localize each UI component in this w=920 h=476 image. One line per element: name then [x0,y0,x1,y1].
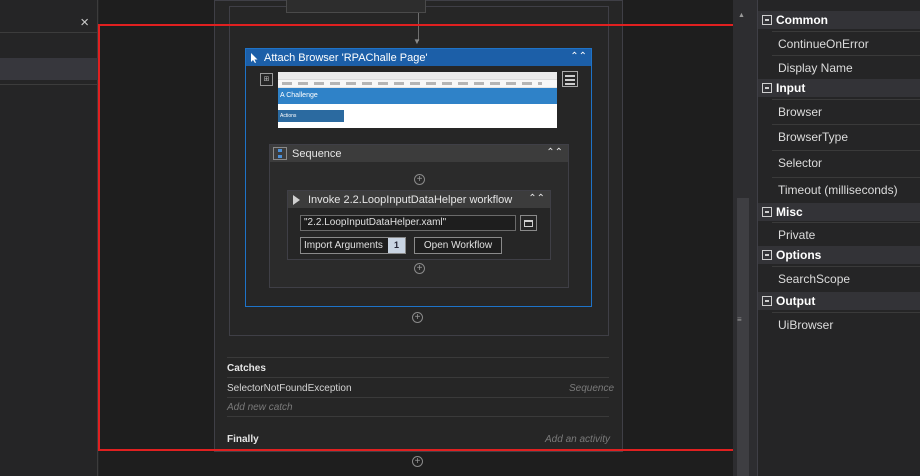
properties-panel: Common ContinueOnError Display Name Inpu… [757,0,920,476]
collapse-box-icon[interactable] [762,207,772,217]
category-misc[interactable]: Misc [758,203,920,221]
designer-canvas[interactable]: ▼ Attach Browser 'RPAChalle Page' ⌃⌃ ⊞ A… [99,0,733,476]
attach-browser-title: Attach Browser 'RPAChalle Page' [264,51,428,64]
sequence-activity[interactable]: Sequence ⌃⌃ + Invoke 2.2.LoopInputDataHe… [269,144,569,288]
browser-screenshot-preview: A Challenge Actions [278,72,557,128]
left-panel: × [0,0,98,476]
property-ui-browser[interactable]: UiBrowser [772,312,920,336]
collapse-icon[interactable]: ⌃⌃ [546,147,563,158]
add-activity-icon[interactable]: + [412,456,423,467]
preview-table: Actions [278,110,557,122]
catch-exception[interactable]: SelectorNotFoundException [227,383,352,394]
divider [0,84,98,85]
scroll-up-icon[interactable]: ▲ [738,12,745,19]
cursor-icon [251,52,258,63]
finally-drop-zone[interactable]: Add an activity [545,434,610,445]
workflow-file-input[interactable]: "2.2.LoopInputDataHelper.xaml" [300,215,516,231]
divider [227,397,609,398]
preview-hero: A Challenge [278,88,557,104]
collapse-box-icon[interactable] [762,296,772,306]
sequence-header[interactable]: Sequence ⌃⌃ [270,145,568,162]
property-selector[interactable]: Selector [772,150,920,174]
sequence-title: Sequence [292,147,342,160]
scroll-thumb[interactable] [737,198,749,476]
previous-activity[interactable] [286,0,426,13]
property-browser[interactable]: Browser [772,99,920,123]
catches-title: Catches [227,363,266,374]
divider [227,377,609,378]
preview-first-col: Actions [278,110,344,122]
catch-handler[interactable]: Sequence [569,383,614,394]
add-new-catch-link[interactable]: Add new catch [227,402,293,413]
divider [227,416,609,417]
indicate-element-icon[interactable]: ⊞ [260,73,273,86]
finally-title: Finally [227,434,259,445]
category-output[interactable]: Output [758,292,920,310]
preview-bookmarks [278,80,557,88]
divider [227,357,609,358]
preview-tabbar [278,72,557,80]
property-browser-type[interactable]: BrowserType [772,124,920,148]
property-timeout[interactable]: Timeout (milliseconds) [772,177,920,201]
property-private[interactable]: Private [772,222,920,246]
add-activity-icon[interactable]: + [414,174,425,185]
collapse-box-icon[interactable] [762,15,772,25]
invoke-workflow-title: Invoke 2.2.LoopInputDataHelper workflow [308,193,513,206]
argument-count-badge: 1 [388,238,405,253]
attach-browser-activity[interactable]: Attach Browser 'RPAChalle Page' ⌃⌃ ⊞ A C… [245,48,592,307]
property-search-scope[interactable]: SearchScope [772,266,920,290]
add-activity-icon[interactable]: + [412,312,423,323]
grip-icon: ≡ [737,315,742,324]
selected-panel-row[interactable] [0,58,98,80]
collapse-icon[interactable]: ⌃⌃ [570,51,587,62]
invoke-workflow-activity[interactable]: Invoke 2.2.LoopInputDataHelper workflow … [287,190,551,260]
category-options[interactable]: Options [758,246,920,264]
menu-icon[interactable] [562,71,578,87]
folder-icon[interactable] [520,215,537,231]
attach-browser-header[interactable]: Attach Browser 'RPAChalle Page' ⌃⌃ [246,49,591,66]
category-common[interactable]: Common [758,11,920,29]
sequence-icon [273,147,287,160]
category-input[interactable]: Input [758,79,920,97]
close-icon[interactable]: × [80,14,89,31]
add-activity-icon[interactable]: + [414,263,425,274]
property-display-name[interactable]: Display Name [772,55,920,79]
divider [0,32,98,33]
collapse-box-icon[interactable] [762,250,772,260]
collapse-box-icon[interactable] [762,83,772,93]
collapse-icon[interactable]: ⌃⌃ [528,193,545,204]
invoke-workflow-header[interactable]: Invoke 2.2.LoopInputDataHelper workflow … [288,191,550,208]
arrow-down-icon: ▼ [413,37,421,46]
open-workflow-button[interactable]: Open Workflow [414,237,502,254]
property-continue-on-error[interactable]: ContinueOnError [772,31,920,55]
canvas-vertical-scrollbar[interactable]: ▲ ≡ [733,0,757,476]
play-icon [293,194,300,205]
